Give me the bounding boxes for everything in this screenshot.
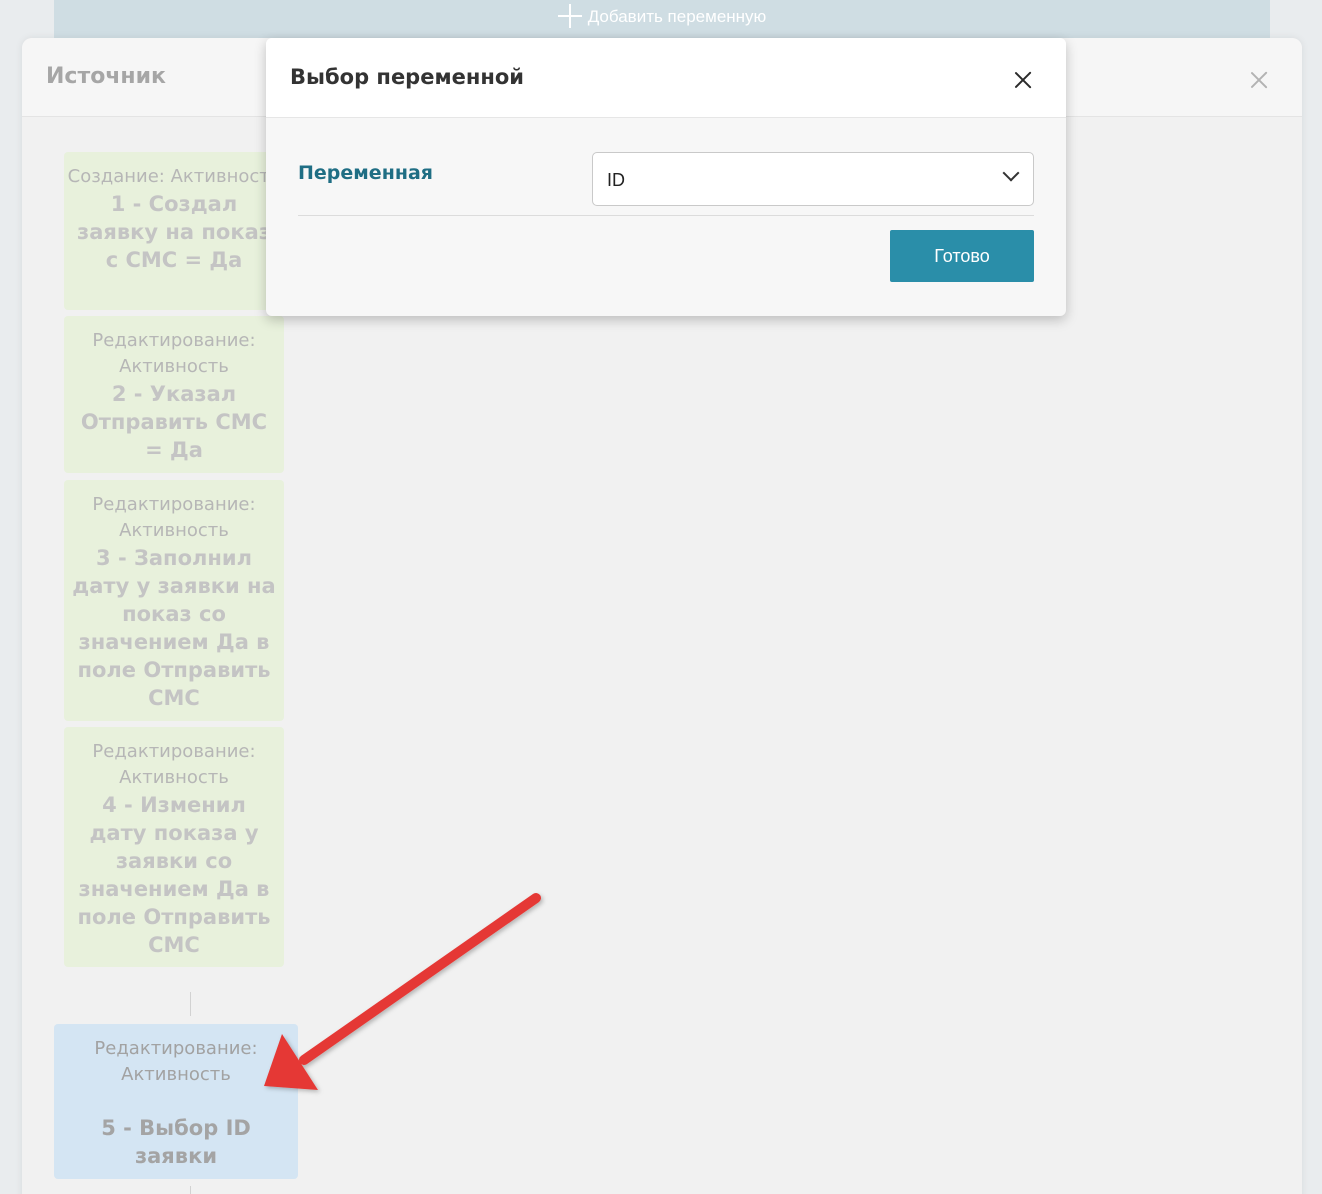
annotation-arrow: [264, 893, 541, 1090]
red-arrow-icon: [264, 893, 541, 1090]
